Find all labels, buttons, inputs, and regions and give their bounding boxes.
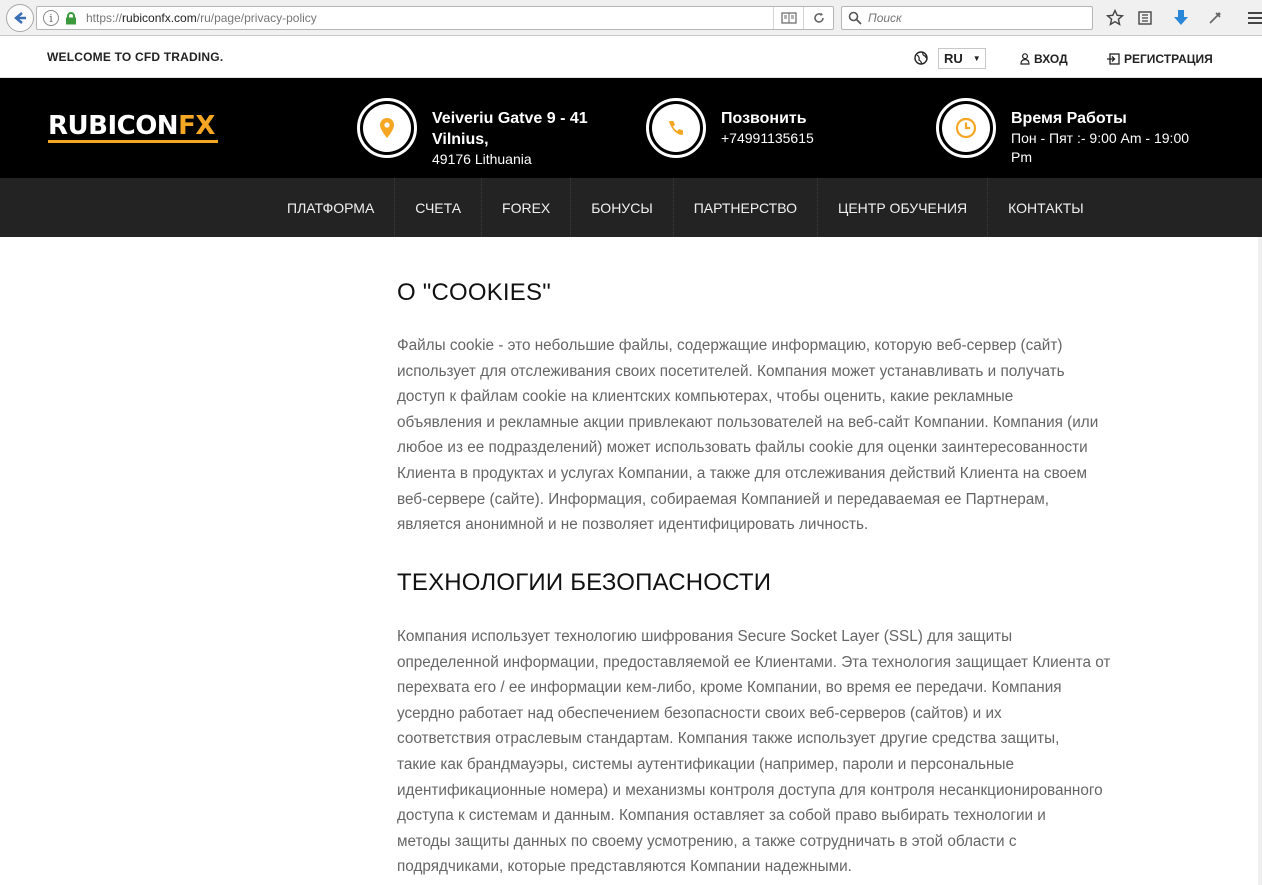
call-block: Позвонить +74991135615 [721, 108, 814, 148]
hours-title: Время Работы [1011, 110, 1127, 127]
hours-line1: Пон - Пят :- 9:00 Am - 19:00 [1011, 130, 1190, 146]
security-line: такие как брандмауэры, системы аутентифи… [397, 755, 1014, 773]
cookies-line: любое из ее подразделений) может использ… [397, 439, 1088, 457]
nav-item-education[interactable]: ЦЕНТР ОБУЧЕНИЯ [818, 178, 989, 237]
search-icon [848, 11, 862, 25]
call-title: Позвонить [721, 110, 807, 127]
phone-number[interactable]: +74991135615 [721, 129, 814, 148]
phone-badge [646, 98, 706, 158]
bookmark-star-icon[interactable] [1104, 7, 1126, 29]
site-header: RUBICONFX Veiveriu Gatve 9 - 41 Vilnius,… [0, 78, 1262, 178]
login-label: ВХОД [1034, 52, 1068, 66]
security-line: идентификационные номера) и механизмы ко… [397, 781, 1103, 799]
top-strip: WELCOME TO CFD TRADING. RU ▼ ВХОД РЕГИСТ… [0, 37, 1262, 78]
nav-item-accounts[interactable]: СЧЕТА [395, 178, 483, 237]
reload-icon[interactable] [803, 7, 833, 29]
hours-block: Время Работы Пон - Пят :- 9:00 Am - 19:0… [1011, 108, 1189, 167]
nav-item-partnership[interactable]: ПАРТНЕРСТВО [674, 178, 818, 237]
hours-line2: Pm [1011, 149, 1032, 165]
browser-search[interactable] [841, 6, 1093, 30]
nav-item-contacts[interactable]: КОНТАКТЫ [988, 178, 1104, 237]
security-line: методы защиты данных по своему усмотрени… [397, 832, 1017, 850]
sign-in-icon [1107, 53, 1120, 65]
cookies-line: Файлы cookie - это небольшие файлы, соде… [397, 337, 1063, 354]
security-line: соответствия отраслевым стандартам. Комп… [397, 730, 1060, 748]
info-icon[interactable]: i [43, 10, 59, 26]
cookies-line: Клиента в продуктах и услугах Компании, … [397, 464, 1088, 482]
user-icon [1020, 53, 1030, 65]
clock-icon [955, 117, 977, 139]
address-bar[interactable]: i https://rubiconfx.com/ru/page/privacy-… [36, 6, 834, 30]
browser-search-input[interactable] [868, 11, 1068, 25]
url-text[interactable]: https://rubiconfx.com/ru/page/privacy-po… [86, 11, 317, 25]
security-line: усердно работает над обеспечением безопа… [397, 704, 1002, 722]
security-line: перехвата его / ее информации кем-либо, … [397, 679, 1062, 697]
security-line: определенной информации, предоставляемой… [397, 653, 1111, 671]
language-value: RU [944, 51, 963, 66]
login-link[interactable]: ВХОД [1020, 52, 1068, 66]
cookies-line: веб-сервере (сайте). Информация, собирае… [397, 490, 1050, 508]
map-marker-icon [380, 118, 394, 138]
cookies-line: является анонимной и не позволяет иденти… [397, 516, 869, 534]
chevron-down-icon: ▼ [972, 54, 981, 63]
security-line: подрядчиками, которые представляются Ком… [397, 858, 852, 876]
logo[interactable]: RUBICONFX [48, 113, 218, 143]
address-line1: Veiveriu Gatve 9 - 41 [432, 110, 588, 127]
register-label: РЕГИСТРАЦИЯ [1124, 52, 1213, 66]
nav-item-platform[interactable]: ПЛАТФОРМА [267, 178, 396, 237]
cookies-line: объявления и рекламные акции привлекают … [397, 413, 1099, 431]
hours-badge [936, 98, 996, 158]
browser-toolbar: i https://rubiconfx.com/ru/page/privacy-… [0, 0, 1262, 36]
address-block: Veiveriu Gatve 9 - 41 Vilnius, 49176 Lit… [432, 108, 588, 169]
main-nav: ПЛАТФОРМА СЧЕТА FOREX БОНУСЫ ПАРТНЕРСТВО… [0, 178, 1262, 237]
security-line: доступа к системам и данным. Компания ос… [397, 807, 1046, 825]
welcome-text: WELCOME TO CFD TRADING. [47, 50, 224, 64]
nav-item-bonuses[interactable]: БОНУСЫ [571, 178, 674, 237]
scrollbar-track[interactable] [1258, 237, 1262, 885]
bookmarks-list-icon[interactable] [1134, 7, 1156, 29]
security-paragraph: Компания использует технологию шифровани… [397, 624, 1187, 880]
logo-text: RUBICON [48, 111, 179, 141]
cookies-line: доступ к файлам cookie на клиентских ком… [397, 388, 1014, 406]
nav-item-forex[interactable]: FOREX [482, 178, 572, 237]
language-select[interactable]: RU ▼ [938, 48, 986, 69]
security-line: Компания использует технологию шифровани… [397, 628, 1013, 645]
phone-icon [669, 121, 683, 135]
register-link[interactable]: РЕГИСТРАЦИЯ [1106, 52, 1213, 66]
reader-view-icon[interactable] [773, 7, 803, 29]
arrow-left-icon [14, 12, 26, 24]
lock-icon[interactable] [64, 11, 78, 25]
logo-fx: FX [178, 111, 215, 141]
cookies-line: использует для отслеживания своих посети… [397, 362, 1065, 380]
back-button[interactable] [6, 4, 34, 32]
address-line3: 49176 Lithuania [432, 151, 532, 167]
address-line2: Vilnius, [432, 131, 489, 148]
location-badge [357, 98, 417, 158]
extension-icon[interactable] [1204, 7, 1226, 29]
cookies-heading: О "COOKIES" [397, 279, 551, 306]
menu-icon[interactable] [1244, 7, 1262, 29]
cookies-paragraph: Файлы cookie - это небольшие файлы, соде… [397, 333, 1187, 538]
download-icon[interactable] [1170, 7, 1192, 29]
security-heading: ТЕХНОЛОГИИ БЕЗОПАСНОСТИ [397, 569, 772, 596]
globe-icon [914, 51, 928, 65]
